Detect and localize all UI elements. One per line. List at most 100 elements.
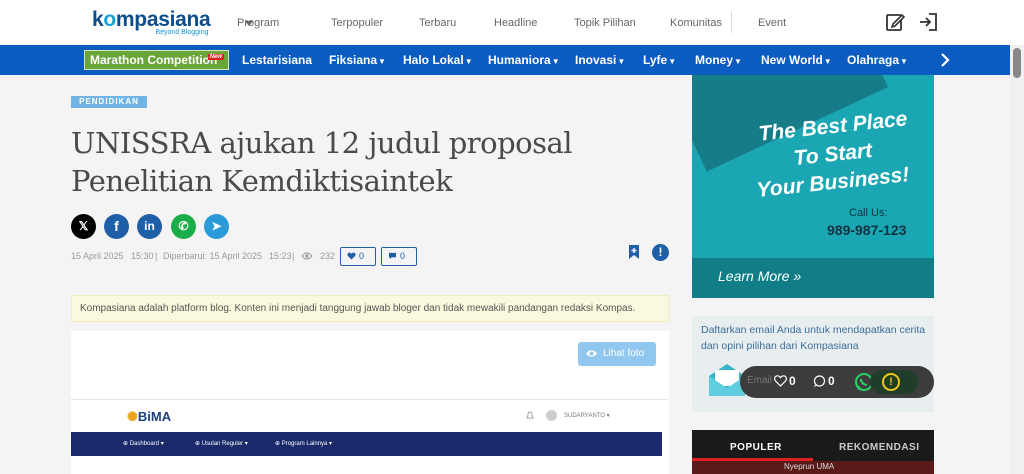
bookmark-add-icon[interactable] — [628, 244, 640, 260]
tab-rekomendasi[interactable]: REKOMENDASI — [839, 442, 920, 453]
like-button[interactable]: 0 — [340, 247, 376, 266]
ad-call-us: Call Us: — [849, 207, 888, 219]
marathon-competition-button[interactable]: Marathon Competition New — [84, 50, 229, 70]
logo-text-k: k — [92, 8, 104, 31]
nav-topik-pilihan[interactable]: Topik Pilihan — [574, 17, 636, 29]
eye-icon — [301, 252, 313, 262]
meta-sep: | — [155, 251, 158, 261]
scrollbar-track[interactable] — [1010, 45, 1024, 474]
tab-populer[interactable]: POPULER — [730, 442, 782, 453]
view-photo-label: Lihat foto — [603, 348, 645, 359]
cat-lyfe[interactable]: Lyfe▼ — [643, 53, 676, 67]
cat-lestarisiana[interactable]: Lestarisiana — [242, 53, 312, 67]
bima-logo: ✺BiMA — [127, 409, 171, 425]
logo-tagline: Beyond Blogging — [155, 29, 209, 36]
comment-count: 0 — [400, 251, 406, 261]
publish-date: 15 April 2025 — [71, 251, 124, 261]
nav-terpopuler[interactable]: Terpopuler — [331, 17, 383, 29]
warning-icon: ! — [882, 373, 900, 391]
comment-icon — [388, 252, 397, 260]
title-line-1: UNISSRA ajukan 12 judul proposal — [71, 126, 573, 160]
heart-icon — [347, 252, 356, 260]
caret-down-icon: ▼ — [464, 57, 473, 66]
telegram-share-button[interactable]: ➤ — [204, 214, 229, 239]
bima-username: SUDARYANTO ▾ — [564, 413, 610, 419]
scrollbar-thumb[interactable] — [1013, 48, 1021, 78]
x-icon: 𝕏 — [78, 219, 89, 233]
report-float-button[interactable]: ! — [870, 370, 918, 394]
comment-button[interactable]: 0 — [381, 247, 417, 266]
bell-icon — [526, 411, 534, 419]
cat-halo-lokal-label: Halo Lokal — [403, 53, 464, 67]
alert-icon: ! — [658, 245, 663, 259]
bima-logo-rest: iMA — [147, 409, 172, 424]
meta-sep: | — [292, 251, 295, 261]
bima-nav-usulan: ⊕ Usulan Reguler ▾ — [195, 441, 248, 447]
cat-new-world[interactable]: New World▼ — [761, 53, 832, 67]
cat-humaniora[interactable]: Humaniora▼ — [488, 53, 560, 67]
kompasiana-logo[interactable]: kompasiana Beyond Blogging — [92, 8, 211, 36]
caret-down-icon: ▼ — [823, 57, 832, 66]
write-icon[interactable] — [885, 12, 905, 32]
bima-nav-dashboard: ⊕ Dashboard ▾ — [123, 441, 164, 447]
nav-program-label: Program — [237, 17, 280, 29]
login-icon[interactable] — [918, 12, 938, 32]
caret-down-icon: ▼ — [734, 57, 742, 66]
publish-time: 15:30 — [131, 251, 154, 261]
new-badge: New — [207, 54, 224, 60]
caret-down-icon: ▼ — [551, 57, 560, 66]
nav-program[interactable]: Program — [237, 17, 279, 29]
article-title: UNISSRA ajukan 12 judul proposal Penelit… — [71, 124, 631, 200]
heart-icon[interactable] — [774, 375, 787, 387]
facebook-icon: f — [114, 218, 119, 234]
cat-money[interactable]: Money▼ — [695, 53, 742, 67]
cat-olahraga[interactable]: Olahraga▼ — [847, 53, 908, 67]
cat-humaniora-label: Humaniora — [488, 53, 551, 67]
float-comment-count: 0 — [828, 374, 835, 388]
whatsapp-share-button[interactable]: ✆ — [171, 214, 196, 239]
caret-down-icon: ▼ — [378, 57, 386, 66]
float-like-count: 0 — [789, 374, 796, 388]
view-count: 232 — [320, 251, 336, 261]
linkedin-share-button[interactable]: in — [137, 214, 162, 239]
chevron-right-icon[interactable] — [938, 52, 952, 68]
email-input[interactable]: Email — [747, 375, 772, 386]
cat-money-label: Money — [695, 53, 734, 67]
logo-text-rest: mpasiana — [115, 8, 211, 31]
view-photo-button[interactable]: Lihat foto — [578, 342, 656, 366]
cat-new-world-label: New World — [761, 53, 823, 67]
bima-logo-b: B — [137, 409, 148, 424]
cat-fiksiana[interactable]: Fiksiana▼ — [329, 53, 386, 67]
floating-action-bar: Email 0 0 ! — [740, 366, 934, 398]
cat-inovasi[interactable]: Inovasi▼ — [575, 53, 625, 67]
like-count: 0 — [359, 251, 365, 261]
disclaimer-text: Kompasiana adalah platform blog. Konten … — [80, 303, 636, 314]
updated-time: 15:23 — [269, 251, 292, 261]
popular-item-text[interactable]: Nyeprun UMA — [784, 462, 834, 471]
cat-halo-lokal[interactable]: Halo Lokal▼ — [403, 53, 473, 67]
report-button[interactable]: ! — [652, 244, 669, 261]
cat-olahraga-label: Olahraga — [847, 53, 900, 67]
ad-learn-more[interactable]: Learn More » — [718, 268, 801, 284]
disclaimer-box: Kompasiana adalah platform blog. Konten … — [71, 295, 669, 322]
comment-icon[interactable] — [813, 375, 826, 387]
popular-list-preview: Nyeprun UMA — [692, 461, 934, 474]
bima-navbar: ⊕ Dashboard ▾ ⊕ Usulan Reguler ▾ ⊕ Progr… — [71, 432, 662, 456]
eye-icon — [586, 350, 597, 357]
bima-nav-program: ⊕ Program Lainnya ▾ — [275, 441, 333, 447]
updated-label: Diperbarui: 15 April 2025 — [163, 251, 263, 261]
category-badge[interactable]: PENDIDIKAN — [71, 96, 147, 108]
telegram-icon: ➤ — [211, 219, 222, 233]
cat-fiksiana-label: Fiksiana — [329, 53, 378, 67]
linkedin-icon: in — [144, 219, 155, 233]
x-share-button[interactable]: 𝕏 — [71, 214, 96, 239]
bima-sun-icon: ✺ — [127, 409, 138, 424]
nav-terbaru[interactable]: Terbaru — [419, 17, 456, 29]
nav-komunitas[interactable]: Komunitas — [670, 17, 722, 29]
cat-lyfe-label: Lyfe — [643, 53, 668, 67]
nav-event[interactable]: Event — [758, 17, 786, 29]
ad-phone: 989-987-123 — [827, 222, 907, 238]
nav-headline[interactable]: Headline — [494, 17, 537, 29]
top-header: kompasiana Beyond Blogging Program Terpo… — [0, 0, 1024, 45]
facebook-share-button[interactable]: f — [104, 214, 129, 239]
